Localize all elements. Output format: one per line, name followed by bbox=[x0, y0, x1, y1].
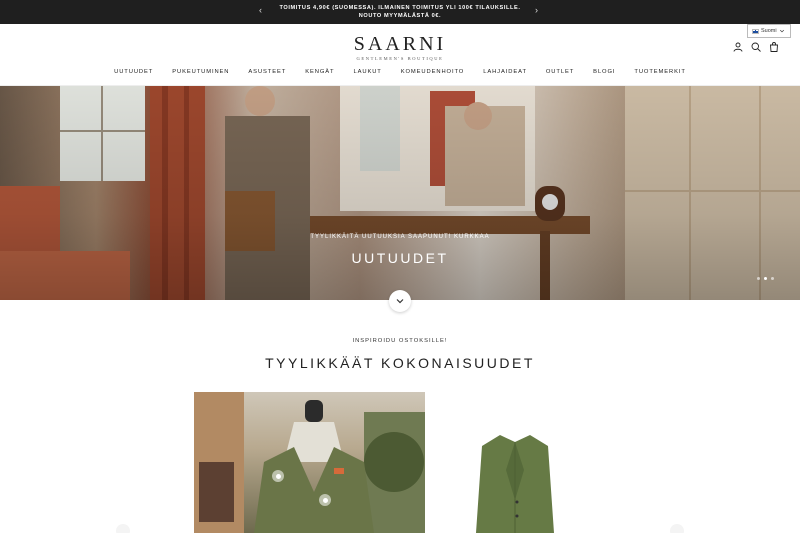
chevron-down-icon bbox=[396, 299, 404, 304]
carousel-prev-button[interactable] bbox=[116, 524, 130, 533]
announcement-text: TOIMITUS 4,90€ (SUOMESSA). ILMAINEN TOIM… bbox=[250, 4, 550, 20]
slider-dot-active[interactable] bbox=[764, 277, 767, 280]
announcement-line-2: NOUTO MYYMÄLÄSTÄ 0€. bbox=[358, 13, 442, 19]
nav-item-outlet[interactable]: OUTLET bbox=[536, 69, 583, 75]
nav-item-blogi[interactable]: BLOGI bbox=[584, 69, 625, 75]
logo-wordmark: SAARNI bbox=[353, 33, 447, 55]
product-hotspot[interactable] bbox=[272, 470, 284, 482]
scroll-down-button[interactable] bbox=[389, 290, 411, 312]
slider-dots bbox=[757, 277, 774, 280]
nav-item-asusteet[interactable]: ASUSTEET bbox=[239, 69, 296, 75]
nav-item-uutuudet[interactable]: UUTUUDET bbox=[105, 69, 163, 75]
nav-item-kengat[interactable]: KENGÄT bbox=[296, 69, 344, 75]
section-kicker: INSPIROIDU OSTOKSILLE! bbox=[352, 338, 448, 344]
announcement-bar: ‹ TOIMITUS 4,90€ (SUOMESSA). ILMAINEN TO… bbox=[0, 0, 800, 24]
search-icon[interactable] bbox=[750, 41, 762, 53]
nav-item-laukut[interactable]: LAUKUT bbox=[344, 69, 391, 75]
carousel-next-button[interactable] bbox=[670, 524, 684, 533]
slider-dot[interactable] bbox=[771, 277, 774, 280]
cart-icon[interactable] bbox=[768, 41, 780, 53]
logo-tagline: GENTLEMEN'S BOUTIQUE bbox=[356, 56, 444, 61]
product-hotspot[interactable] bbox=[319, 494, 331, 506]
announcement-line-1: TOIMITUS 4,90€ (SUOMESSA). ILMAINEN TOIM… bbox=[279, 5, 521, 11]
hero-overlay bbox=[0, 86, 800, 300]
product-image[interactable] bbox=[470, 430, 560, 533]
hero-kicker: TYYLIKKÄITÄ UUTUUKSIA SAAPUNUT! KURKKAA bbox=[310, 234, 490, 240]
jacket-illustration bbox=[476, 435, 554, 533]
nav-item-komeudenhoito[interactable]: KOMEUDENHOITO bbox=[391, 69, 473, 75]
announcement-next-icon[interactable]: › bbox=[535, 5, 538, 15]
main-nav: UUTUUDET PUKEUTUMINEN ASUSTEET KENGÄT LA… bbox=[0, 69, 800, 75]
site-header: Suomi SAARNI GENTLEMEN'S BOUTIQUE UUTUUD… bbox=[0, 24, 800, 86]
look-image[interactable] bbox=[194, 392, 425, 533]
slider-dot[interactable] bbox=[757, 277, 760, 280]
nav-item-tuotemerkit[interactable]: TUOTEMERKIT bbox=[625, 69, 695, 75]
nav-item-pukeutuminen[interactable]: PUKEUTUMINEN bbox=[163, 69, 239, 75]
section-title: TYYLIKKÄÄT KOKONAISUUDET bbox=[265, 355, 535, 371]
hero-title: UUTUUDET bbox=[351, 250, 449, 266]
account-icon[interactable] bbox=[732, 41, 744, 53]
outfit-illustration bbox=[194, 392, 425, 533]
logo[interactable]: SAARNI GENTLEMEN'S BOUTIQUE bbox=[0, 33, 800, 61]
hero-banner[interactable]: TYYLIKKÄITÄ UUTUUKSIA SAAPUNUT! KURKKAA … bbox=[0, 86, 800, 300]
nav-item-lahjaideat[interactable]: LAHJAIDEAT bbox=[474, 69, 537, 75]
